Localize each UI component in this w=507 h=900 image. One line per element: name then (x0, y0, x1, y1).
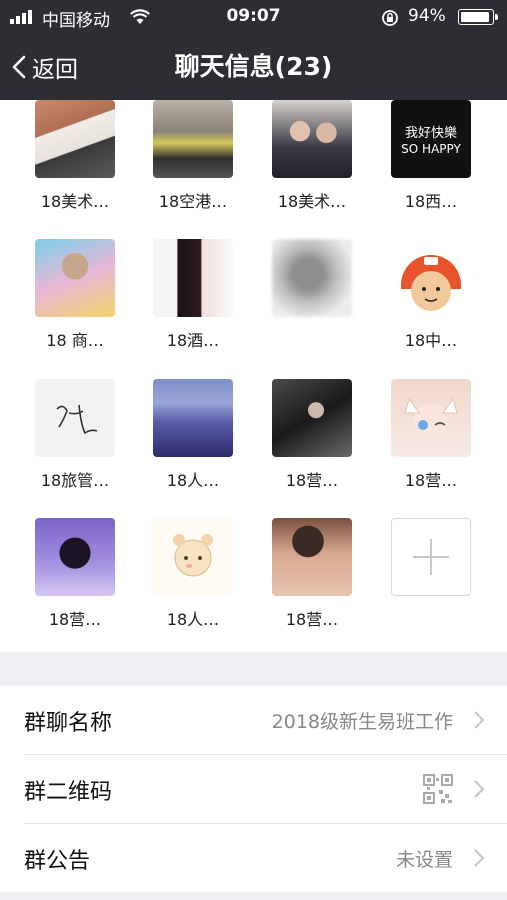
settings-list: 群聊名称 2018级新生易班工作 群二维码 群公告 未设置 (0, 686, 507, 892)
page-title: 聊天信息(23) (174, 52, 333, 81)
member-avatar (272, 100, 352, 178)
announcement-row[interactable]: 群公告 未设置 (24, 824, 507, 892)
member-avatar (153, 239, 233, 317)
member-name: 18营… (404, 471, 458, 490)
member-name: 18空港… (158, 192, 228, 211)
member-avatar (153, 379, 233, 457)
member-name: 18西… (404, 192, 458, 211)
member-name (262, 327, 362, 346)
member-item[interactable]: 18空港… (143, 100, 243, 212)
member-avatar (35, 100, 115, 178)
battery-icon (458, 9, 498, 25)
header: 中国移动 09:07 94% 返回 聊天信息(23) (0, 0, 507, 100)
add-member-button[interactable] (381, 518, 481, 596)
member-avatar (272, 518, 352, 596)
plus-icon (391, 518, 471, 596)
member-name: 18营… (285, 471, 339, 490)
chevron-right-icon (474, 780, 485, 798)
announcement-label: 群公告 (24, 849, 91, 874)
member-item[interactable]: 18酒… (143, 239, 243, 351)
member-grid: 18美术… 18空港… 18美术… 我好快樂 SO HAPPY 18西… 18 … (0, 100, 507, 652)
avatar-illustration (404, 397, 458, 430)
avatar-illustration (56, 404, 98, 435)
group-qr-row[interactable]: 群二维码 (24, 755, 507, 824)
group-name-value: 2018级新生易班工作 (271, 711, 453, 733)
battery-percent: 94% (408, 6, 446, 26)
member-name: 18人… (166, 471, 220, 490)
member-item[interactable]: 18营… (381, 379, 481, 491)
chevron-right-icon (474, 711, 485, 729)
status-bar: 中国移动 09:07 94% (0, 0, 507, 34)
member-item[interactable]: 18人… (143, 518, 243, 630)
qr-code-icon (423, 774, 453, 804)
member-name: 18营… (48, 610, 102, 629)
member-item[interactable]: 18人… (143, 379, 243, 491)
avatar-illustration (173, 534, 213, 577)
group-qr-label: 群二维码 (24, 780, 113, 805)
member-avatar (391, 239, 471, 317)
member-item[interactable]: 18 商… (25, 239, 125, 351)
group-name-row[interactable]: 群聊名称 2018级新生易班工作 (24, 686, 507, 755)
member-avatar (35, 518, 115, 596)
group-name-label: 群聊名称 (24, 711, 113, 736)
member-avatar (272, 239, 352, 317)
member-item[interactable]: 18美术… (262, 100, 362, 212)
member-item[interactable] (262, 239, 362, 346)
member-name: 18酒… (166, 331, 220, 350)
avatar-text: 我好快樂 (404, 126, 457, 141)
member-name: 18营… (285, 610, 339, 629)
member-name: 18美术… (277, 192, 347, 211)
member-item[interactable]: 18中… (381, 239, 481, 351)
member-avatar (153, 518, 233, 596)
rotation-lock-icon (382, 10, 398, 26)
chevron-right-icon (474, 849, 485, 867)
member-avatar (35, 379, 115, 457)
member-name: 18旅管… (40, 471, 110, 490)
member-avatar (272, 379, 352, 457)
member-avatar (153, 100, 233, 178)
member-name: 18人… (166, 610, 220, 629)
member-item[interactable]: 18营… (25, 518, 125, 630)
avatar-text: SO HAPPY (401, 142, 461, 156)
member-item[interactable]: 18营… (262, 379, 362, 491)
member-name: 18 商… (46, 331, 104, 350)
member-item[interactable]: 18旅管… (25, 379, 125, 491)
member-item[interactable]: 18美术… (25, 100, 125, 212)
member-item[interactable]: 18营… (262, 518, 362, 630)
member-avatar (391, 379, 471, 457)
avatar-illustration (401, 255, 461, 311)
member-name: 18美术… (40, 192, 110, 211)
member-item[interactable]: 我好快樂 SO HAPPY 18西… (381, 100, 481, 212)
member-avatar: 我好快樂 SO HAPPY (391, 100, 471, 178)
member-avatar (35, 239, 115, 317)
member-name: 18中… (404, 331, 458, 350)
announcement-value: 未设置 (395, 849, 453, 871)
